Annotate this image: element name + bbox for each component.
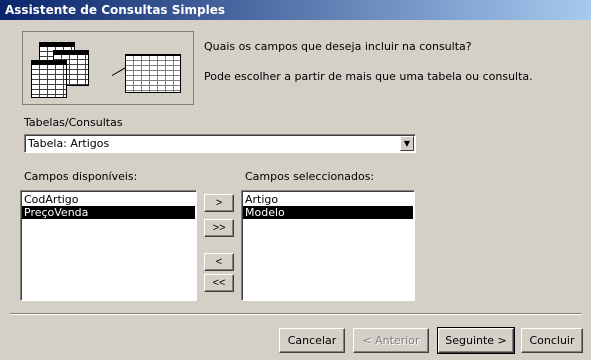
finish-button[interactable]: Concluir: [521, 328, 583, 353]
add-field-button[interactable]: >: [204, 194, 234, 212]
tables-combobox-value: Tabela: Artigos: [28, 137, 110, 150]
back-button[interactable]: < Anterior: [353, 328, 429, 353]
window-title: Assistente de Consultas Simples: [5, 3, 225, 17]
available-field-item[interactable]: CodArtigo: [22, 193, 195, 206]
chevron-down-icon[interactable]: ▼: [400, 136, 414, 151]
separator: [10, 313, 581, 315]
selected-fields-list[interactable]: Artigo Modelo: [241, 190, 415, 301]
cancel-button[interactable]: Cancelar: [279, 328, 345, 353]
selected-field-item[interactable]: Artigo: [243, 193, 413, 206]
remove-field-button[interactable]: <: [204, 253, 234, 271]
selected-fields-label: Campos seleccionados:: [245, 170, 375, 183]
available-field-item-selected[interactable]: PreçoVenda: [22, 206, 195, 219]
next-button[interactable]: Seguinte >: [437, 327, 515, 354]
add-all-fields-button[interactable]: >>: [204, 219, 234, 237]
tables-combobox[interactable]: Tabela: Artigos ▼: [24, 134, 416, 153]
intro-hint: Pode escolher a partir de mais que uma t…: [204, 70, 533, 83]
available-fields-label: Campos disponíveis:: [24, 170, 138, 183]
remove-all-fields-button[interactable]: <<: [204, 274, 234, 292]
intro-question: Quais os campos que deseja incluir na co…: [204, 40, 472, 53]
available-fields-list[interactable]: CodArtigo PreçoVenda: [20, 190, 197, 301]
tables-label: Tabelas/Consultas: [24, 116, 123, 129]
query-icon: [125, 54, 181, 93]
selected-field-item-selected[interactable]: Modelo: [243, 206, 413, 219]
title-bar[interactable]: Assistente de Consultas Simples: [0, 0, 591, 20]
table-icon: [31, 60, 67, 98]
wizard-illustration: [22, 31, 194, 105]
